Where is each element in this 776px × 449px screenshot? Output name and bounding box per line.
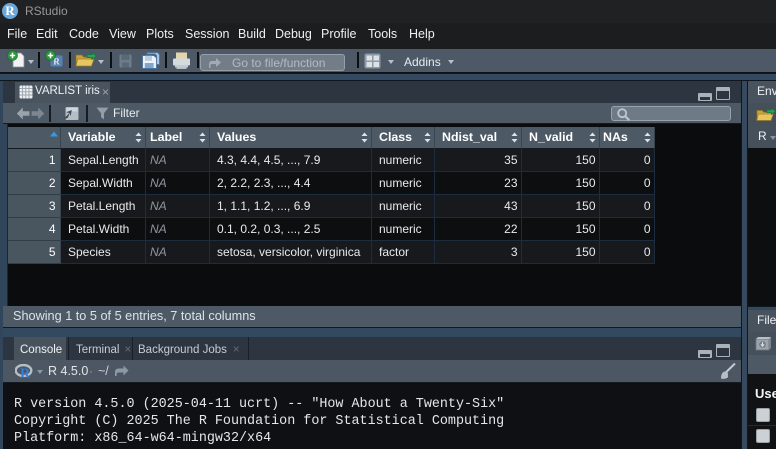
svg-text:R: R: [20, 367, 31, 380]
